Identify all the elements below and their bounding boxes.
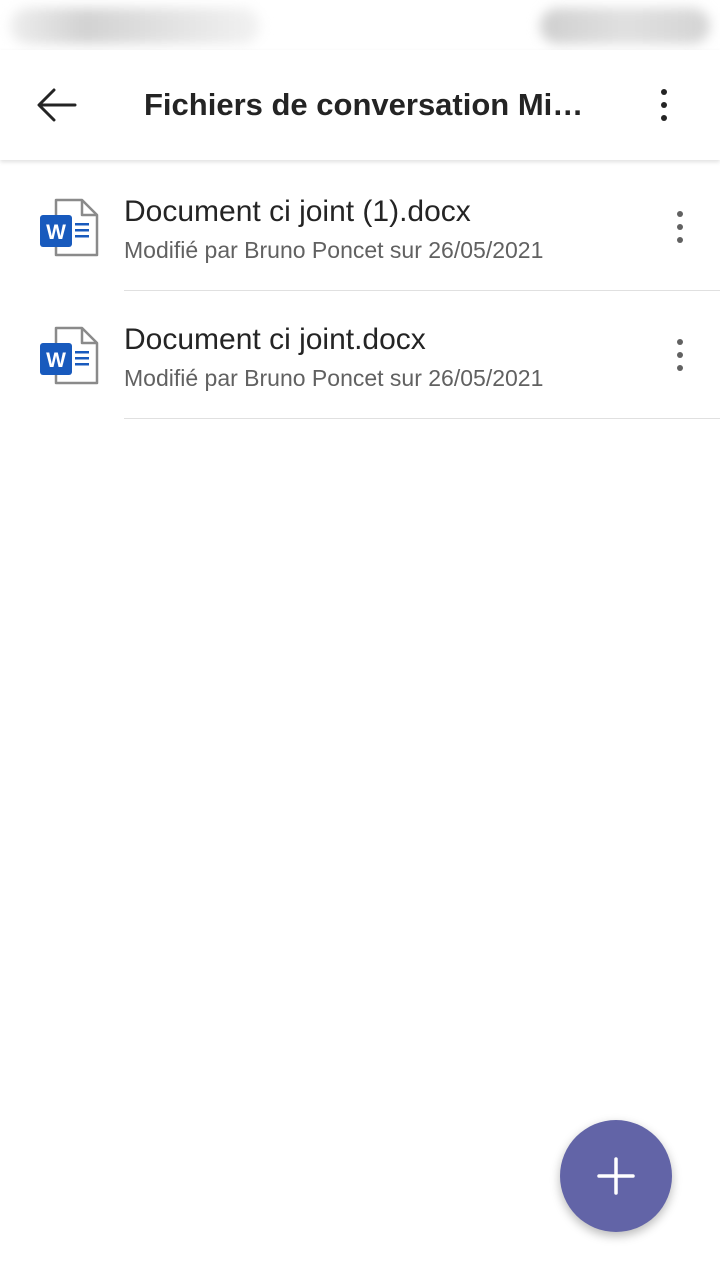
file-name: Document ci joint (1).docx: [124, 195, 471, 228]
file-meta: Modifié par Bruno Poncet sur 26/05/2021: [124, 365, 544, 391]
word-document-icon: W: [40, 198, 99, 257]
status-bar: [0, 0, 720, 50]
arrow-left-icon: [37, 88, 77, 122]
file-more-button[interactable]: [648, 195, 712, 259]
status-bar-left-blurred: [10, 8, 260, 44]
svg-text:W: W: [46, 349, 66, 372]
page-title: Fichiers de conversation Mic…: [144, 87, 586, 122]
file-more-button[interactable]: [648, 323, 712, 387]
add-file-button[interactable]: [560, 1120, 672, 1232]
more-vertical-icon: [677, 211, 683, 243]
plus-icon: [597, 1157, 635, 1195]
divider: [124, 418, 720, 419]
file-name: Document ci joint.docx: [124, 323, 426, 356]
more-vertical-icon: [677, 339, 683, 371]
app-bar: Fichiers de conversation Mic…: [0, 50, 720, 160]
svg-text:W: W: [46, 221, 66, 244]
more-vertical-icon: [661, 89, 667, 121]
file-row[interactable]: W Document ci joint.docx Modifié par Bru…: [0, 291, 720, 419]
file-list: W Document ci joint (1).docx Modifié par…: [0, 163, 720, 419]
word-document-icon: W: [40, 326, 99, 385]
file-row[interactable]: W Document ci joint (1).docx Modifié par…: [0, 163, 720, 291]
status-bar-right-blurred: [540, 8, 710, 44]
more-options-button[interactable]: [630, 70, 698, 140]
file-meta: Modifié par Bruno Poncet sur 26/05/2021: [124, 237, 544, 263]
back-button[interactable]: [22, 70, 92, 140]
